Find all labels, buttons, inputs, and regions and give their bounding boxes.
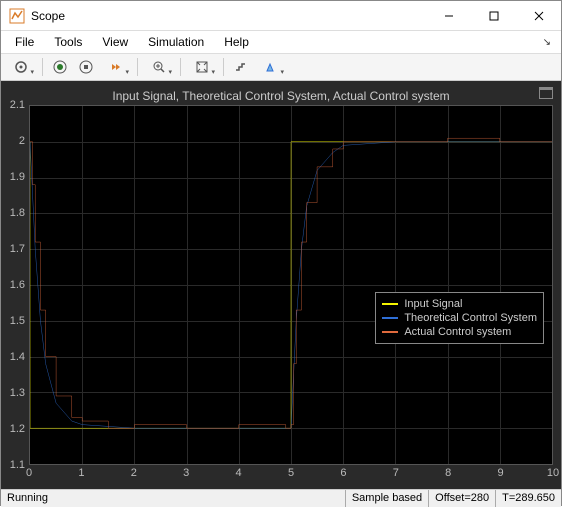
legend-item: Actual Control system — [382, 325, 537, 339]
legend-item: Input Signal — [382, 297, 537, 311]
window-controls — [426, 1, 561, 30]
zoom-button[interactable] — [143, 56, 175, 78]
status-mode: Sample based — [345, 490, 428, 507]
stairs-button[interactable] — [229, 56, 253, 78]
minimize-button[interactable] — [426, 1, 471, 30]
legend-swatch — [382, 331, 398, 333]
window-title: Scope — [31, 9, 426, 23]
legend-swatch — [382, 303, 398, 305]
y-tick-labels: 1.1 1.2 1.3 1.4 1.5 1.6 1.7 1.8 1.9 2 2.… — [5, 105, 27, 465]
app-icon — [9, 8, 25, 24]
plot-title: Input Signal, Theoretical Control System… — [5, 85, 557, 105]
menu-help[interactable]: Help — [214, 33, 259, 51]
menu-file[interactable]: File — [5, 33, 44, 51]
settings-button[interactable] — [5, 56, 37, 78]
legend-label: Theoretical Control System — [404, 312, 537, 324]
autoscale-button[interactable] — [186, 56, 218, 78]
legend-swatch — [382, 317, 398, 319]
status-running: Running — [1, 490, 345, 507]
legend-label: Input Signal — [404, 298, 462, 310]
title-bar: Scope — [1, 1, 561, 31]
status-bar: Running Sample based Offset=280 T=289.65… — [1, 489, 561, 507]
axes-container: Input Signal Theoretical Control System … — [29, 105, 553, 465]
stop-button[interactable] — [74, 56, 98, 78]
menu-overflow-icon[interactable]: ↘ — [537, 37, 557, 48]
menu-bar: File Tools View Simulation Help ↘ — [1, 31, 561, 53]
step-forward-button[interactable] — [100, 56, 132, 78]
signal-lines — [30, 106, 552, 464]
plot-area: Input Signal, Theoretical Control System… — [1, 81, 561, 489]
toolbar — [1, 53, 561, 81]
menu-tools[interactable]: Tools — [44, 33, 92, 51]
status-offset: Offset=280 — [428, 490, 495, 507]
axes-maximize-icon[interactable] — [539, 87, 553, 99]
legend-item: Theoretical Control System — [382, 311, 537, 325]
highlight-button[interactable] — [255, 56, 287, 78]
run-button[interactable] — [48, 56, 72, 78]
menu-simulation[interactable]: Simulation — [138, 33, 214, 51]
legend[interactable]: Input Signal Theoretical Control System … — [375, 292, 544, 344]
axes[interactable]: Input Signal Theoretical Control System … — [29, 105, 553, 465]
maximize-button[interactable] — [471, 1, 516, 30]
close-button[interactable] — [516, 1, 561, 30]
status-time: T=289.650 — [495, 490, 561, 507]
menu-view[interactable]: View — [92, 33, 138, 51]
x-tick-labels: 0 1 2 3 4 5 6 7 8 9 10 — [29, 467, 553, 483]
legend-label: Actual Control system — [404, 326, 511, 338]
